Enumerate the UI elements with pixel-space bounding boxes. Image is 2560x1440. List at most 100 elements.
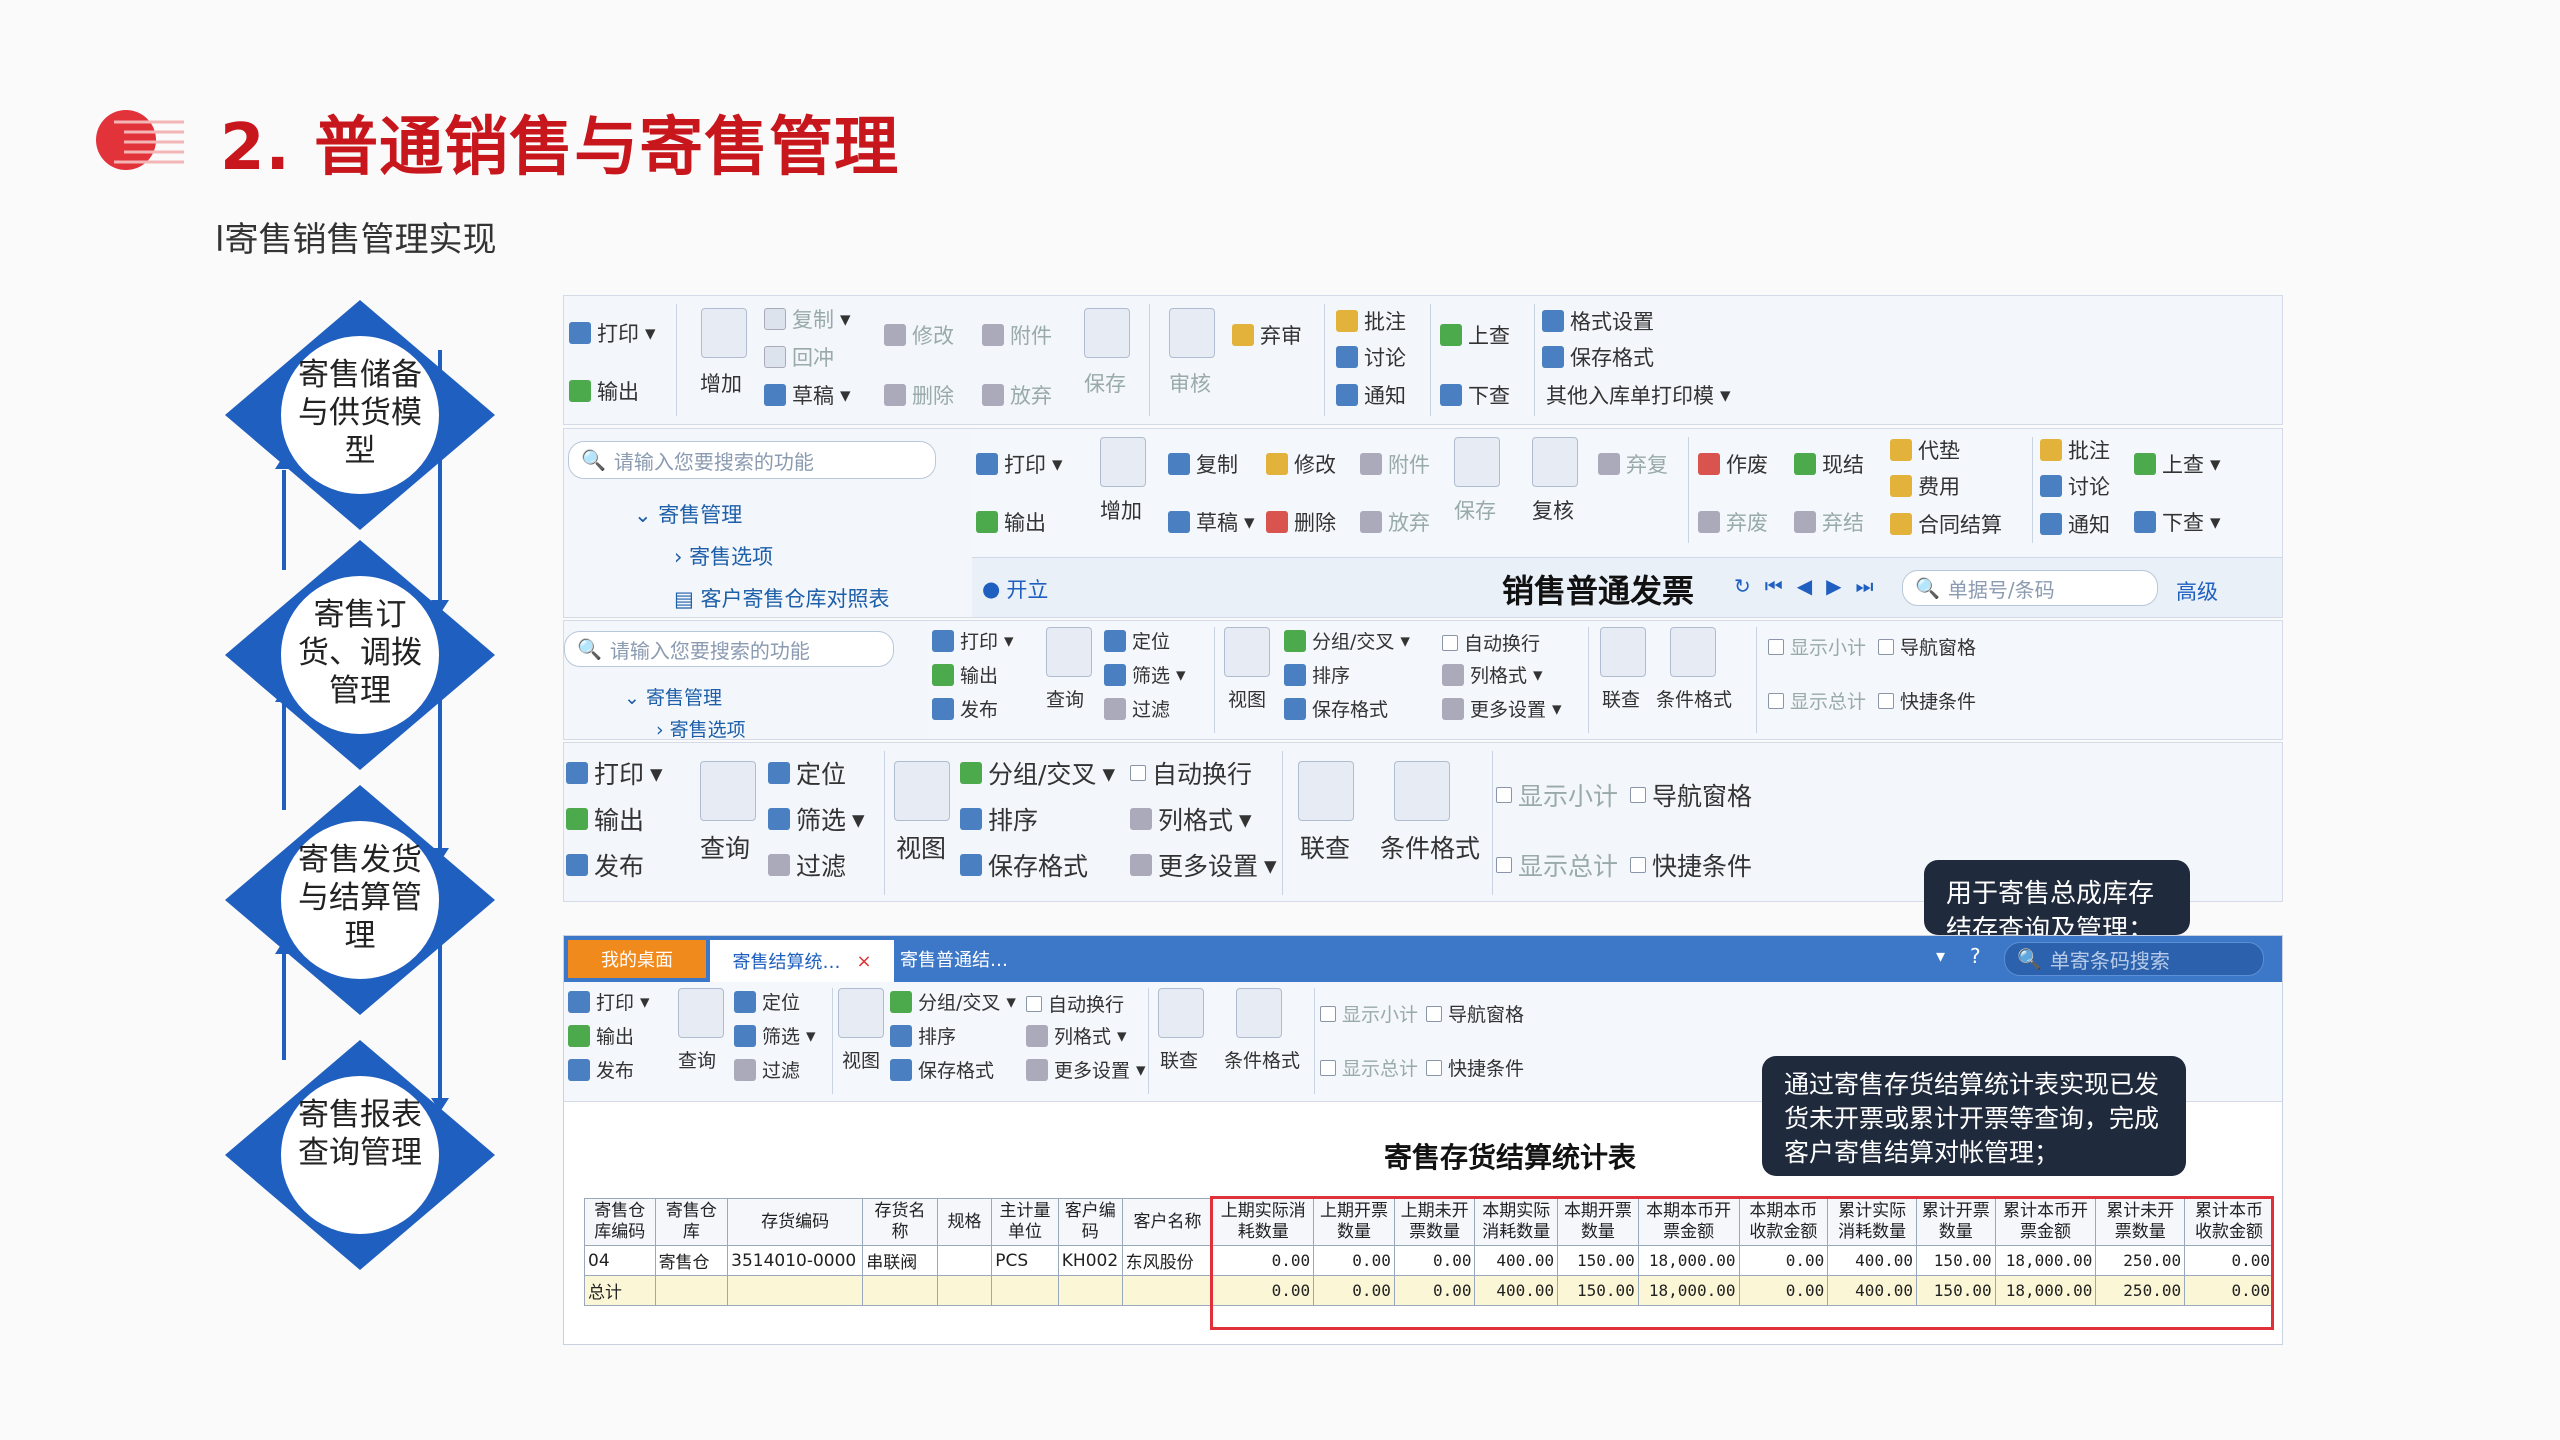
save-format-button[interactable]: 保存格式: [960, 847, 1088, 883]
auto-wrap-checkbox[interactable]: 自动换行: [1130, 755, 1252, 791]
next-query-button[interactable]: 下查: [1440, 380, 1510, 410]
prev-record-icon[interactable]: ◀: [1797, 574, 1812, 598]
tree-item-warehouse-map[interactable]: ▤ 客户寄售仓库对照表: [674, 583, 890, 613]
next-query-button[interactable]: 下查 ▾: [2134, 507, 2221, 537]
filter2-button[interactable]: 过滤: [734, 1056, 800, 1083]
save-format-button[interactable]: 保存格式: [890, 1056, 994, 1083]
column-header[interactable]: 主计量单位: [991, 1198, 1059, 1246]
unreview-button[interactable]: 弃复: [1598, 449, 1668, 479]
show-total-checkbox[interactable]: 显示总计: [1768, 687, 1866, 714]
abandon-button[interactable]: 放弃: [1360, 507, 1430, 537]
quick-condition-checkbox[interactable]: 快捷条件: [1426, 1054, 1524, 1081]
nav-pane-checkbox[interactable]: 导航窗格: [1426, 1000, 1524, 1027]
next-record-icon[interactable]: ▶: [1826, 574, 1841, 598]
draft-button[interactable]: 草稿 ▾: [1168, 507, 1255, 537]
contract-settle-button[interactable]: 合同结算: [1890, 509, 2002, 539]
first-record-icon[interactable]: ⏮: [1765, 574, 1783, 598]
refresh-icon[interactable]: ↻: [1734, 574, 1751, 598]
add-button[interactable]: 增加: [700, 368, 742, 398]
format-setting-button[interactable]: 格式设置: [1542, 306, 1654, 336]
link-query-button[interactable]: 联查: [1300, 829, 1350, 865]
print-button[interactable]: 打印 ▾: [976, 449, 1063, 479]
show-subtotal-checkbox[interactable]: 显示小计: [1768, 633, 1866, 660]
column-header[interactable]: 本期本币开票金额: [1637, 1198, 1740, 1246]
auto-wrap-checkbox[interactable]: 自动换行: [1026, 990, 1124, 1017]
publish-button[interactable]: 发布: [932, 695, 998, 722]
more-settings-button[interactable]: 更多设置 ▾: [1130, 847, 1277, 883]
nav-pane-checkbox[interactable]: 导航窗格: [1630, 777, 1752, 813]
approve-button[interactable]: 批注: [1336, 306, 1406, 336]
quick-condition-checkbox[interactable]: 快捷条件: [1630, 847, 1752, 883]
export-button[interactable]: 输出: [568, 1022, 634, 1049]
tab-settlement-stat[interactable]: 寄售结算统… ×: [710, 940, 894, 982]
save-format-button[interactable]: 保存格式: [1542, 342, 1654, 372]
function-search-input[interactable]: 🔍 请输入您要搜索的功能: [568, 441, 936, 479]
column-format-button[interactable]: 列格式 ▾: [1442, 661, 1543, 688]
condition-format-button[interactable]: 条件格式: [1656, 685, 1732, 712]
publish-button[interactable]: 发布: [566, 847, 644, 883]
discuss-button[interactable]: 讨论: [1336, 342, 1406, 372]
print-button[interactable]: 打印 ▾: [566, 755, 663, 791]
query-button[interactable]: 查询: [700, 829, 750, 865]
column-header[interactable]: 客户编码: [1057, 1198, 1123, 1246]
unaudit-button[interactable]: 弃审: [1232, 320, 1302, 350]
sort-button[interactable]: 排序: [1284, 661, 1350, 688]
column-header[interactable]: 存货编码: [727, 1198, 864, 1246]
column-header[interactable]: 累计本币收款金额: [2184, 1198, 2274, 1246]
function-search-input[interactable]: 🔍 请输入您要搜索的功能: [564, 631, 894, 667]
export-button[interactable]: 输出: [932, 661, 998, 688]
table-row[interactable]: 04 寄售仓 3514010-0000 串联阀 PCS KH002 东风股份 0.00 0.00…: [584, 1245, 2274, 1276]
view-button[interactable]: 视图: [896, 829, 946, 865]
group-cross-button[interactable]: 分组/交叉 ▾: [890, 988, 1016, 1015]
tab-normal-settlement[interactable]: 寄售普通结…: [900, 946, 1008, 972]
more-settings-button[interactable]: 更多设置 ▾: [1442, 695, 1562, 722]
locate-button[interactable]: 定位: [1104, 627, 1170, 654]
approve-button[interactable]: 批注: [2040, 435, 2110, 465]
view-button[interactable]: 视图: [1228, 685, 1266, 712]
cash-undo-button[interactable]: 弃结: [1794, 507, 1864, 537]
audit-button[interactable]: 审核: [1169, 368, 1211, 398]
group-cross-button[interactable]: 分组/交叉 ▾: [960, 755, 1115, 791]
delete-button[interactable]: 删除: [1266, 507, 1336, 537]
auto-wrap-checkbox[interactable]: 自动换行: [1442, 629, 1540, 656]
unvoid-button[interactable]: 弃废: [1698, 507, 1768, 537]
redo-button[interactable]: 回冲: [764, 342, 834, 372]
modify-button[interactable]: 修改: [884, 320, 954, 350]
tree-item-consignment[interactable]: ⌄ 寄售管理: [634, 499, 742, 529]
column-header[interactable]: 累计开票数量: [1915, 1198, 1996, 1246]
column-header[interactable]: 上期实际消耗数量: [1212, 1198, 1315, 1246]
tree-item-options[interactable]: › 寄售选项: [656, 715, 746, 739]
delete-button[interactable]: 删除: [884, 380, 954, 410]
void-button[interactable]: 作废: [1698, 449, 1768, 479]
column-header[interactable]: 规格: [936, 1198, 993, 1246]
condition-format-button[interactable]: 条件格式: [1380, 829, 1480, 865]
review-button[interactable]: 复核: [1532, 495, 1574, 525]
link-query-button[interactable]: 联查: [1602, 685, 1640, 712]
nav-pane-checkbox[interactable]: 导航窗格: [1878, 633, 1976, 660]
quick-condition-checkbox[interactable]: 快捷条件: [1878, 687, 1976, 714]
filter-button[interactable]: 筛选 ▾: [1104, 661, 1186, 688]
column-header[interactable]: 上期未开票数量: [1393, 1198, 1476, 1246]
column-format-button[interactable]: 列格式 ▾: [1130, 801, 1252, 837]
view-button[interactable]: 视图: [842, 1046, 880, 1073]
tree-item-consignment[interactable]: ⌄ 寄售管理: [624, 683, 722, 710]
column-header[interactable]: 累计未开票数量: [2095, 1198, 2186, 1246]
copy-button[interactable]: 复制: [1168, 449, 1238, 479]
print-button[interactable]: 打印 ▾: [568, 988, 650, 1015]
show-total-checkbox[interactable]: 显示总计: [1320, 1054, 1418, 1081]
print-template-select[interactable]: 其他入库单打印模 ▾: [1546, 380, 1731, 410]
save-button[interactable]: 保存: [1454, 495, 1496, 525]
attach-button[interactable]: 附件: [982, 320, 1052, 350]
save-format-button[interactable]: 保存格式: [1284, 695, 1388, 722]
query-button[interactable]: 查询: [1046, 685, 1084, 712]
filter2-button[interactable]: 过滤: [1104, 695, 1170, 722]
tab-desktop[interactable]: 我的桌面: [568, 940, 706, 978]
advance-button[interactable]: 代垫: [1890, 435, 1960, 465]
close-icon[interactable]: ×: [856, 951, 871, 972]
attach-button[interactable]: 附件: [1360, 449, 1430, 479]
column-header[interactable]: 上期开票数量: [1313, 1198, 1395, 1246]
prev-query-button[interactable]: 上查: [1440, 320, 1510, 350]
sort-button[interactable]: 排序: [890, 1022, 956, 1049]
last-record-icon[interactable]: ⏭: [1856, 574, 1874, 598]
publish-button[interactable]: 发布: [568, 1056, 634, 1083]
